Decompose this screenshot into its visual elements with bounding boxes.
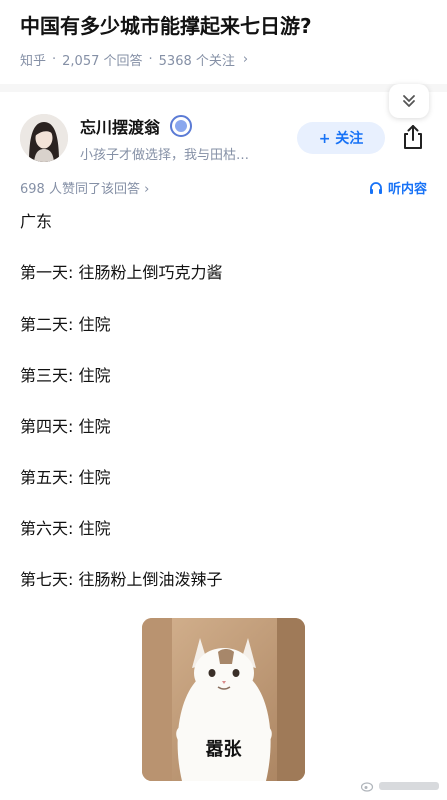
answers-count: 2,057 个回答 [62, 54, 143, 69]
author-name-label: 忘川摆渡翁 [80, 118, 161, 137]
answer-line: 广东 [20, 212, 53, 231]
author-name[interactable]: 忘川摆渡翁 [80, 114, 193, 138]
chevron-right-icon: › [144, 182, 150, 197]
avatar[interactable] [20, 114, 68, 162]
author-bio: 小孩子才做选择，我与田枯… [80, 148, 250, 163]
question-meta[interactable]: 知乎 · 2,057 个回答 · 5368 个关注 › [20, 50, 248, 69]
collapse-button[interactable] [389, 84, 429, 118]
share-button[interactable] [399, 120, 427, 154]
weibo-icon [361, 782, 374, 792]
answer-line: 第三天: 住院 [20, 366, 111, 385]
upvote-count[interactable]: 698 人赞同了该回答 › [20, 178, 149, 197]
watermark-smudge [379, 782, 439, 790]
source-label: 知乎 [20, 54, 47, 69]
page-title[interactable]: 中国有多少城市能撑起来七日游? [20, 12, 430, 40]
followers-count: 5368 个关注 [158, 54, 235, 69]
follow-button[interactable]: + 关注 [297, 122, 385, 154]
chevron-right-icon: › [242, 52, 249, 67]
verified-badge-icon [170, 115, 193, 137]
separator-dot: · [52, 52, 57, 67]
meme-image[interactable]: 嚣张 [142, 618, 305, 781]
headphones-icon [369, 181, 382, 194]
separator-dot: · [148, 52, 153, 67]
answer-line: 第二天: 住院 [20, 315, 111, 334]
upvote-text: 698 人赞同了该回答 [20, 182, 140, 197]
double-chevron-down-icon [403, 95, 415, 107]
section-divider [0, 84, 447, 92]
listen-label: 听内容 [387, 182, 427, 197]
answer-line: 第五天: 住院 [20, 468, 111, 487]
share-icon [404, 125, 422, 149]
answer-line: 第六天: 住院 [20, 519, 111, 538]
answer-line: 第一天: 往肠粉上倒巧克力酱 [20, 263, 223, 282]
answer-line: 第四天: 住院 [20, 417, 111, 436]
watermark [361, 780, 439, 792]
answer-line: 第七天: 往肠粉上倒油泼辣子 [20, 570, 223, 589]
listen-button[interactable]: 听内容 [369, 178, 427, 197]
meme-caption: 嚣张 [205, 739, 242, 760]
